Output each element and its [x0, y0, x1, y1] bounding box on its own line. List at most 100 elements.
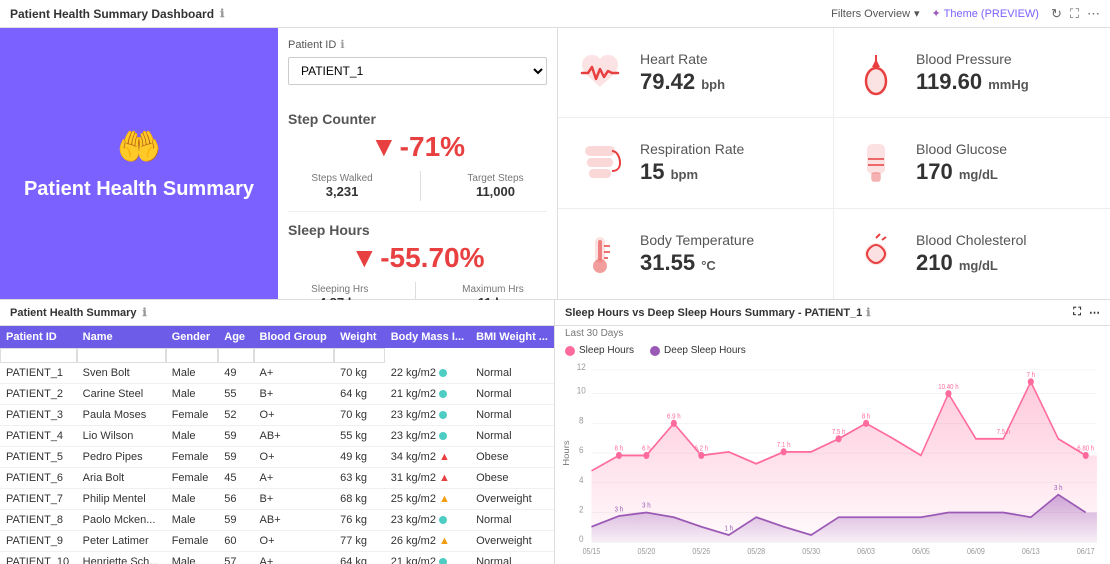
chart-header: Sleep Hours vs Deep Sleep Hours Summary …: [555, 300, 1110, 326]
patient-info-icon[interactable]: ℹ: [340, 38, 344, 51]
respiration-info: Respiration Rate 15 bpm: [640, 141, 744, 185]
table-row: PATIENT_6 Aria Bolt Female 45 A+ 63 kg 3…: [0, 468, 554, 489]
blood-pressure-info: Blood Pressure 119.60 mmHg: [916, 51, 1029, 95]
cell-bmi-status: Normal: [470, 426, 554, 447]
chart-title-area: Sleep Hours vs Deep Sleep Hours Summary …: [565, 306, 870, 319]
cell-gender: Female: [166, 405, 219, 426]
cell-gender: Male: [166, 426, 219, 447]
cell-bmi: 22 kg/m2: [385, 363, 470, 384]
cell-name: Carine Steel: [77, 384, 166, 405]
cell-weight: 70 kg: [334, 363, 385, 384]
table-info-icon[interactable]: ℹ: [143, 306, 147, 319]
cell-weight: 55 kg: [334, 426, 385, 447]
topbar-info-icon[interactable]: ℹ: [220, 7, 224, 20]
sleep-chart-svg: 0 2 4 6 8 10 12 14 Hours: [563, 358, 1102, 560]
cell-weight: 49 kg: [334, 447, 385, 468]
patient-table: Patient ID Name Gender Age Blood Group W…: [0, 326, 554, 564]
cell-gender: Male: [166, 489, 219, 510]
cholesterol-icon: [850, 228, 902, 280]
filter-weight[interactable]: [334, 348, 385, 363]
steps-walked: Steps Walked 3,231: [311, 173, 372, 199]
heart-rate-icon: [574, 47, 626, 99]
theme-label: Theme (PREVIEW): [944, 8, 1039, 20]
filter-name[interactable]: [77, 348, 166, 363]
temperature-icon: [574, 228, 626, 280]
svg-text:05/15: 05/15: [583, 547, 601, 557]
table-row: PATIENT_4 Lio Wilson Male 59 AB+ 55 kg 2…: [0, 426, 554, 447]
patient-select[interactable]: PATIENT_1 PATIENT_2 PATIENT_3: [288, 57, 547, 85]
chart-expand-icon[interactable]: ⛶: [1073, 306, 1081, 319]
col-gender[interactable]: Gender: [166, 326, 219, 348]
chart-more-icon[interactable]: ⋯: [1089, 306, 1100, 319]
deep-legend-dot: [650, 346, 660, 356]
cell-age: 45: [218, 468, 253, 489]
table-row: PATIENT_1 Sven Bolt Male 49 A+ 70 kg 22 …: [0, 363, 554, 384]
banner-icon: 🤲: [117, 126, 162, 168]
col-bmi-status[interactable]: BMI Weight ...: [470, 326, 554, 348]
chart-info-icon[interactable]: ℹ: [866, 306, 870, 319]
cell-bmi: 34 kg/m2 ▲: [385, 447, 470, 468]
svg-text:06/13: 06/13: [1022, 547, 1040, 557]
filter-patient-id[interactable]: [0, 348, 77, 363]
cell-patient-id: PATIENT_1: [0, 363, 77, 384]
table-row: PATIENT_2 Carine Steel Male 55 B+ 64 kg …: [0, 384, 554, 405]
cell-age: 59: [218, 426, 253, 447]
sleep-hours-percent: ▼ -55.70%: [288, 242, 547, 274]
cell-bmi: 25 kg/m2 ▲: [385, 489, 470, 510]
col-blood[interactable]: Blood Group: [254, 326, 335, 348]
svg-text:06/17: 06/17: [1077, 547, 1095, 557]
svg-text:05/30: 05/30: [802, 547, 820, 557]
filter-age[interactable]: [218, 348, 253, 363]
cell-bmi-status: Overweight: [470, 531, 554, 552]
expand-icon[interactable]: ⛶: [1070, 6, 1079, 22]
filters-button[interactable]: Filters Overview ▾: [831, 7, 919, 20]
sleep-legend-dot: [565, 346, 575, 356]
cell-blood: O+: [254, 447, 335, 468]
svg-text:7.5 h: 7.5 h: [832, 429, 846, 437]
table-section: Patient Health Summary ℹ Patient ID Name…: [0, 300, 555, 564]
col-bmi[interactable]: Body Mass I...: [385, 326, 470, 348]
more-icon[interactable]: ⋯: [1087, 6, 1100, 22]
col-name[interactable]: Name: [77, 326, 166, 348]
cholesterol-label: Blood Cholesterol: [916, 232, 1027, 248]
vital-blood-cholesterol: Blood Cholesterol 210 mg/dL: [834, 209, 1110, 299]
cell-name: Paula Moses: [77, 405, 166, 426]
col-weight[interactable]: Weight: [334, 326, 385, 348]
svg-text:Hours: Hours: [563, 440, 571, 466]
cell-bmi-status: Obese: [470, 468, 554, 489]
cell-age: 52: [218, 405, 253, 426]
svg-text:6.9 h: 6.9 h: [667, 413, 681, 421]
cell-patient-id: PATIENT_10: [0, 552, 77, 564]
svg-text:06/03: 06/03: [857, 547, 875, 557]
cell-age: 59: [218, 447, 253, 468]
svg-text:05/28: 05/28: [747, 547, 765, 557]
col-patient-id[interactable]: Patient ID: [0, 326, 77, 348]
step-counter-percent: ▼ -71%: [288, 131, 547, 163]
cell-weight: 77 kg: [334, 531, 385, 552]
cell-name: Paolo Mcken...: [77, 510, 166, 531]
cell-bmi: 21 kg/m2: [385, 552, 470, 564]
cell-bmi: 23 kg/m2: [385, 426, 470, 447]
blood-glucose-info: Blood Glucose 170 mg/dL: [916, 141, 1007, 185]
cell-weight: 63 kg: [334, 468, 385, 489]
lower-section: Patient Health Summary ℹ Patient ID Name…: [0, 300, 1110, 564]
cell-bmi-status: Overweight: [470, 489, 554, 510]
stats-panel: Patient ID ℹ PATIENT_1 PATIENT_2 PATIENT…: [278, 28, 558, 299]
heart-rate-label: Heart Rate: [640, 51, 725, 67]
cell-name: Lio Wilson: [77, 426, 166, 447]
svg-text:6.2 h: 6.2 h: [695, 445, 709, 453]
table-row: PATIENT_7 Philip Mentel Male 56 B+ 68 kg…: [0, 489, 554, 510]
svg-text:4: 4: [579, 474, 584, 485]
filter-blood[interactable]: [254, 348, 335, 363]
filter-gender[interactable]: [166, 348, 219, 363]
svg-text:06/05: 06/05: [912, 547, 930, 557]
svg-text:12: 12: [577, 361, 586, 372]
deep-legend-label: Deep Sleep Hours: [664, 345, 746, 356]
svg-text:7.5 h: 7.5 h: [997, 429, 1011, 437]
col-age[interactable]: Age: [218, 326, 253, 348]
svg-text:10: 10: [577, 385, 586, 396]
refresh-icon[interactable]: ↻: [1051, 6, 1062, 22]
blood-pressure-label: Blood Pressure: [916, 51, 1029, 67]
legend-deep: Deep Sleep Hours: [650, 345, 746, 356]
theme-button[interactable]: ✦ Theme (PREVIEW): [932, 7, 1039, 20]
